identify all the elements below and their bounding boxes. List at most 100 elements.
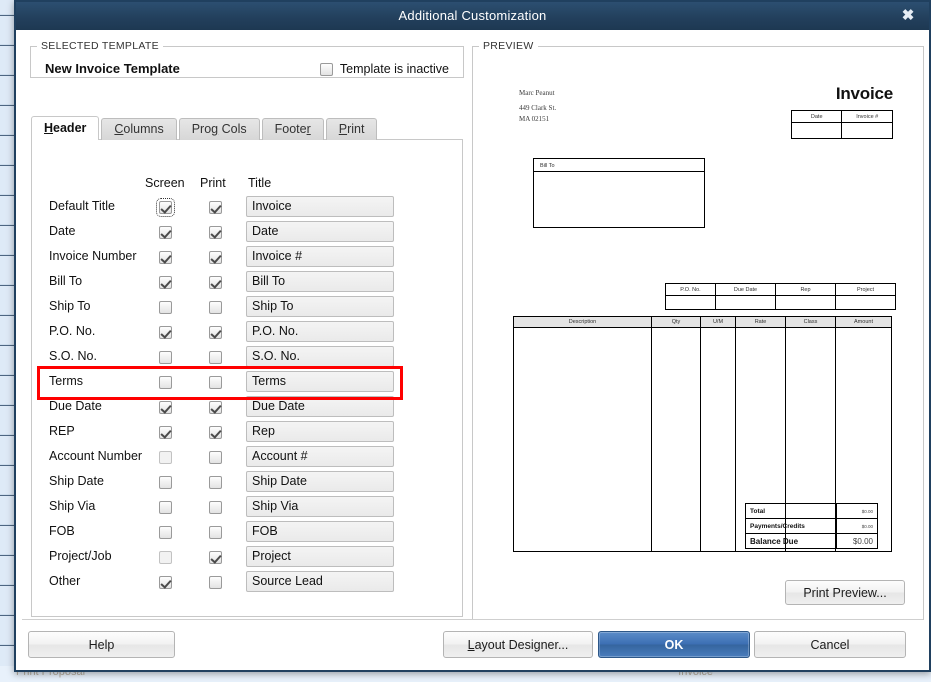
header-tab-panel: Screen Print Title Default Title Invoice D… [31,139,463,617]
preview-company-address-1: 449 Clark St. [519,103,557,112]
screen-checkbox-ship-to[interactable] [159,301,172,314]
title-input-invoice-number[interactable]: Invoice # [246,246,394,267]
print-checkbox-date[interactable] [209,226,222,239]
screen-checkbox-s-o-no[interactable] [159,351,172,364]
preview-header-um: U/M [700,316,736,328]
preview-terms-body-row [665,295,896,310]
field-row-fob: FOB FOB [32,520,462,545]
print-checkbox-project-job[interactable] [209,551,222,564]
preview-date-invoice-body-row [790,122,893,139]
screen-checkbox-p-o-no[interactable] [159,326,172,339]
title-input-fob[interactable]: FOB [246,521,394,542]
screen-checkbox-ship-date[interactable] [159,476,172,489]
field-row-label-invoice-number: Invoice Number [49,249,137,263]
tab-prog-cols[interactable]: Prog Cols [178,118,260,140]
tab-print[interactable]: Print [325,118,378,140]
preview-company-block: Marc Peanut 449 Clark St. MA 02151 [519,88,556,125]
title-input-default-title[interactable]: Invoice [246,196,394,217]
ok-button[interactable]: OK [598,631,750,658]
field-row-bill-to: Bill To Bill To [32,270,462,295]
print-preview-button-label: Print Preview... [803,585,887,600]
tab-columns[interactable]: Columns [101,118,177,140]
title-input-ship-via[interactable]: Ship Via [246,496,394,517]
print-checkbox-default-title[interactable] [209,201,222,214]
print-checkbox-fob[interactable] [209,526,222,539]
preview-date-invoice-table: Date Invoice # [790,110,893,139]
title-input-s-o-no[interactable]: S.O. No. [246,346,394,367]
screen-checkbox-fob[interactable] [159,526,172,539]
preview-group-label: PREVIEW [483,40,534,52]
template-inactive-checkbox[interactable] [319,62,333,76]
print-checkbox-ship-via[interactable] [209,501,222,514]
field-row-account-number: Account Number Account # [32,445,462,470]
field-row-s-o-no: S.O. No. S.O. No. [32,345,462,370]
help-button[interactable]: Help [28,631,175,658]
column-headers: Screen Print Title [32,176,462,192]
field-row-default-title: Default Title Invoice [32,195,462,220]
screen-checkbox-terms[interactable] [159,376,172,389]
preview-total-label-total: Total [745,503,837,519]
field-row-invoice-number: Invoice Number Invoice # [32,245,462,270]
tab-footer[interactable]: Footer [261,118,324,140]
field-row-label-ship-via: Ship Via [49,499,96,513]
print-checkbox-ship-date[interactable] [209,476,222,489]
selected-template-group-label: SELECTED TEMPLATE [41,40,159,52]
tab-bar: Header Columns Prog Cols Footer Print [31,116,379,140]
invoice-preview: Marc Peanut 449 Clark St. MA 02151 Invoi… [477,58,919,617]
screen-checkbox-due-date[interactable] [159,401,172,414]
preview-invoice-title: Invoice [835,84,893,103]
screen-checkbox-invoice-number[interactable] [159,251,172,264]
print-preview-button[interactable]: Print Preview... [785,580,905,605]
preview-cell-qty [651,327,701,552]
title-input-due-date[interactable]: Due Date [246,396,394,417]
tab-header[interactable]: Header [31,116,100,140]
preview-total-row-total: Total $0.00 [745,503,879,519]
preview-date-invoice-header-row: Date Invoice # [790,110,893,123]
screen-checkbox-date[interactable] [159,226,172,239]
print-checkbox-other[interactable] [209,576,222,589]
column-header-title: Title [248,176,272,190]
print-checkbox-s-o-no[interactable] [209,351,222,364]
print-checkbox-terms[interactable] [209,376,222,389]
title-input-project-job[interactable]: Project [246,546,394,567]
preview-header-invoice-no: Invoice # [841,110,893,123]
print-checkbox-invoice-number[interactable] [209,251,222,264]
selected-template-group: SELECTED TEMPLATE New Invoice Template T… [30,40,464,78]
title-input-terms[interactable]: Terms [246,371,394,392]
print-checkbox-rep[interactable] [209,426,222,439]
print-checkbox-due-date[interactable] [209,401,222,414]
close-icon[interactable]: ✖ [895,2,921,30]
field-row-rep: REP Rep [32,420,462,445]
field-row-date: Date Date [32,220,462,245]
dialog-footer: Help Layout Designer... OK Cancel [16,620,929,670]
field-row-terms: Terms Terms [32,370,462,395]
title-input-bill-to[interactable]: Bill To [246,271,394,292]
title-input-account-number[interactable]: Account # [246,446,394,467]
title-input-other[interactable]: Source Lead [246,571,394,592]
preview-cell-project [835,295,896,310]
screen-checkbox-ship-via[interactable] [159,501,172,514]
layout-designer-button[interactable]: Layout Designer... [443,631,593,658]
title-input-ship-date[interactable]: Ship Date [246,471,394,492]
dialog-title: Additional Customization [398,8,547,23]
print-checkbox-account-number[interactable] [209,451,222,464]
title-input-date[interactable]: Date [246,221,394,242]
print-checkbox-p-o-no[interactable] [209,326,222,339]
preview-company-address-2: MA 02151 [519,114,550,123]
template-inactive-row[interactable]: Template is inactive [319,62,449,76]
preview-total-label-balance-due: Balance Due [745,533,837,549]
print-checkbox-bill-to[interactable] [209,276,222,289]
screen-checkbox-default-title[interactable] [156,198,175,217]
title-input-rep[interactable]: Rep [246,421,394,442]
screen-checkbox-bill-to[interactable] [159,276,172,289]
title-input-ship-to[interactable]: Ship To [246,296,394,317]
field-row-label-p-o-no: P.O. No. [49,324,96,338]
title-input-p-o-no[interactable]: P.O. No. [246,321,394,342]
print-checkbox-ship-to[interactable] [209,301,222,314]
cancel-button[interactable]: Cancel [754,631,906,658]
field-row-label-rep: REP [49,424,75,438]
screen-checkbox-rep[interactable] [159,426,172,439]
field-row-label-fob: FOB [49,524,75,538]
field-row-label-terms: Terms [49,374,84,388]
screen-checkbox-other[interactable] [159,576,172,589]
